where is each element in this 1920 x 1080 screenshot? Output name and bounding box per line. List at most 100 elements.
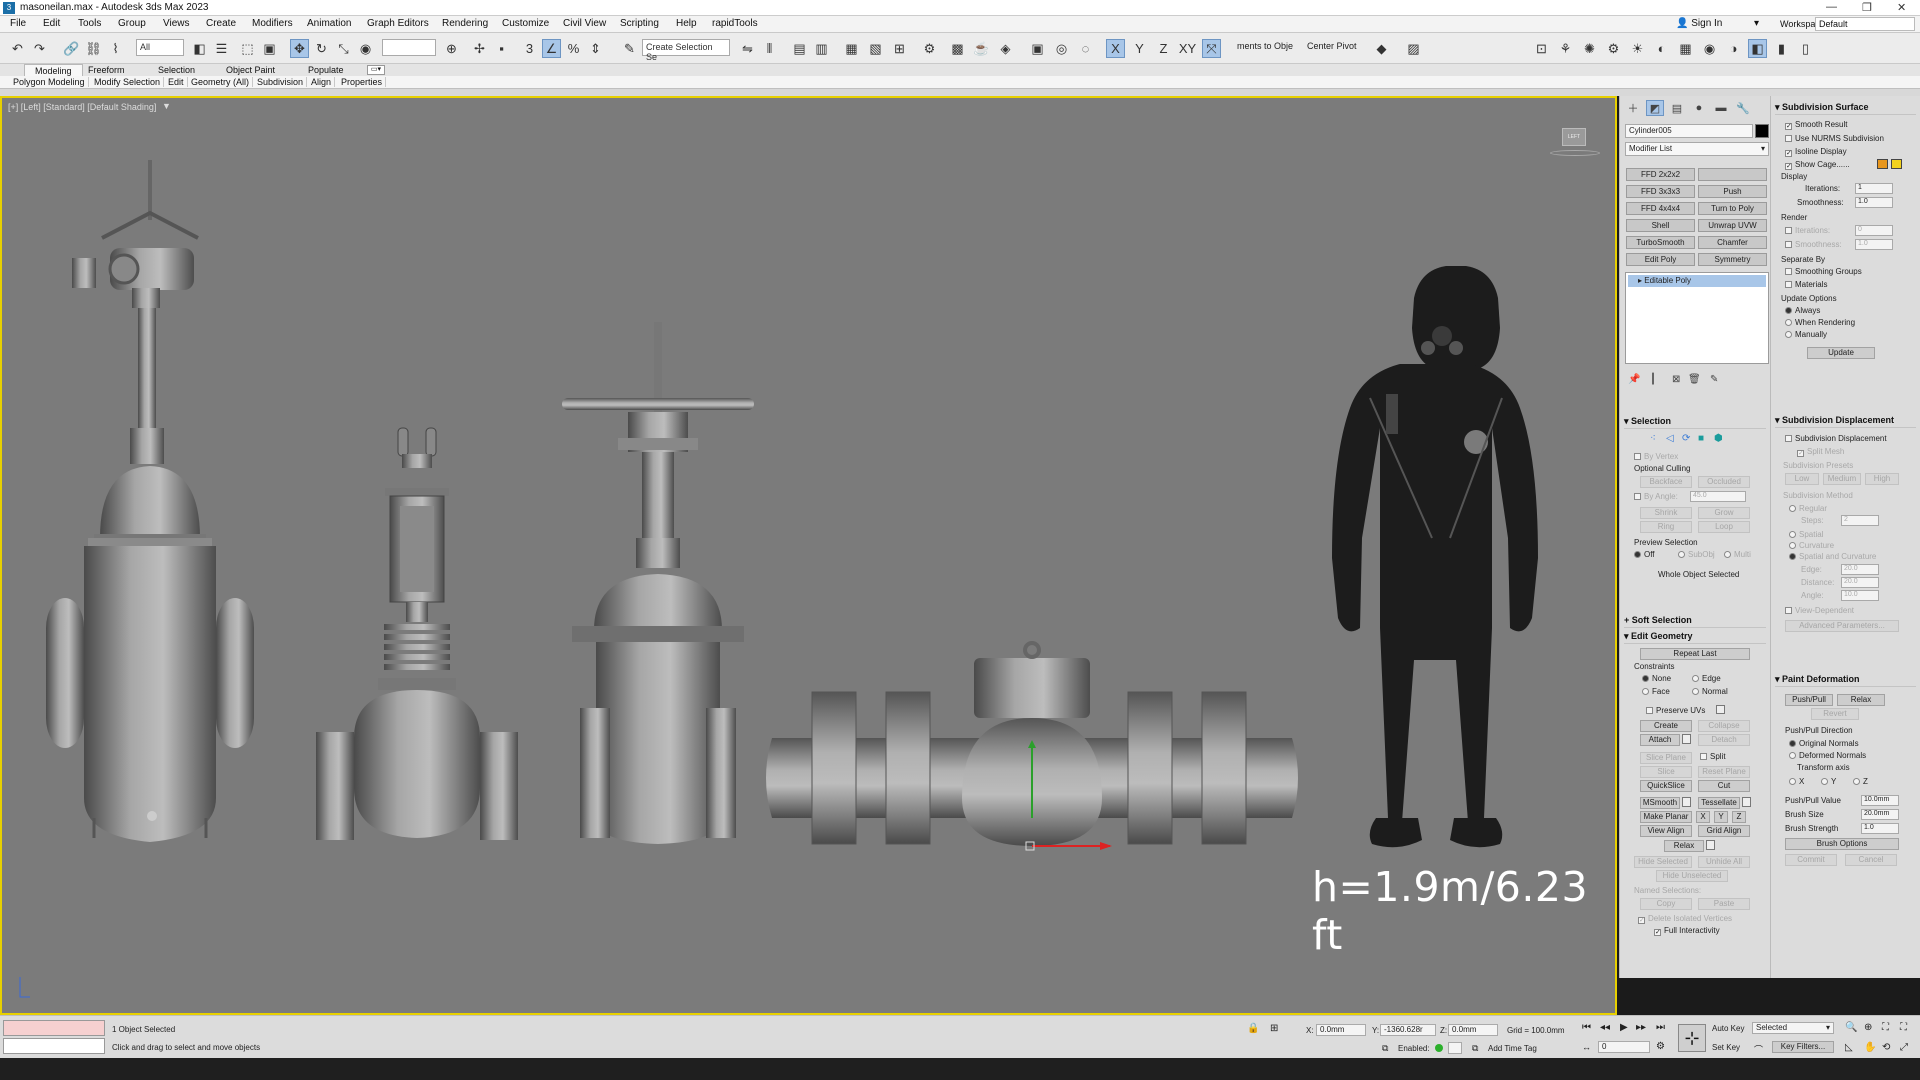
use-nurms-checkbox[interactable]: Use NURMS Subdivision [1785,134,1884,143]
tessellate-settings-icon[interactable] [1742,797,1751,807]
pan-icon[interactable]: ✋ [1864,1042,1876,1053]
scale-reference-person[interactable] [1332,266,1538,848]
slice-button[interactable]: Slice [1640,766,1692,778]
remove-modifier-icon[interactable]: 🗑 [1688,374,1701,385]
smoothing-groups-checkbox[interactable]: Smoothing Groups [1785,267,1862,276]
loop-button[interactable]: Loop [1698,521,1750,533]
app-icon[interactable]: 3 [3,2,15,14]
named-selection-set-dropdown[interactable]: Create Selection Se [642,39,730,62]
advanced-parameters-button[interactable]: Advanced Parameters... [1785,620,1899,632]
time-tag-icon[interactable]: ⧉ [1472,1043,1478,1054]
workspace-select[interactable]: Default [1815,17,1915,31]
link-icon[interactable]: 🔗 [62,39,81,58]
update-when-rendering-radio[interactable]: When Rendering [1785,318,1855,327]
menu-group[interactable]: Group [118,18,146,29]
preset-low-button[interactable]: Low [1785,473,1819,485]
zoom-extents-icon[interactable]: ⛶ [1882,1022,1889,1033]
close-button[interactable]: ✕ [1897,1,1906,14]
set-key-button[interactable]: Set Key [1712,1043,1740,1052]
edge-mode-icon[interactable]: ◁ [1666,433,1674,444]
light-icon[interactable]: ✺ [1580,39,1599,58]
configure-sets-icon[interactable]: ✎ [1710,374,1718,385]
subdivision-displacement-checkbox[interactable]: Subdivision Displacement [1785,434,1887,443]
bind-space-warp-icon[interactable]: ⌇ [106,39,125,58]
display-mode-icon[interactable]: ◐ [1652,39,1671,58]
reset-plane-button[interactable]: Reset Plane [1698,766,1750,778]
axis-constraint-icon[interactable]: ⤧ [1202,39,1221,58]
cage-color-swatch-1[interactable] [1877,159,1888,169]
z-coord-field[interactable]: 0.0mm [1448,1024,1498,1036]
display-tab-icon[interactable]: ▬ [1712,100,1730,116]
go-to-start-icon[interactable]: ⏮ [1582,1022,1591,1033]
copy-button[interactable]: Copy [1640,898,1692,910]
window-crossing-icon[interactable]: ▣ [260,39,279,58]
materials-checkbox[interactable]: Materials [1785,280,1827,289]
menu-edit[interactable]: Edit [43,18,60,29]
tab-modeling[interactable]: Modeling [24,64,83,76]
select-manipulate-icon[interactable]: ✢ [470,39,489,58]
viewport-left[interactable]: [+] [Left] [Standard] [Default Shading] … [0,96,1617,1015]
orbit-icon[interactable]: ◌ [1076,39,1095,58]
method-spatial-curvature-radio[interactable]: Spatial and Curvature [1789,552,1876,561]
key-selection-dropdown[interactable]: Selected ▾ [1752,1022,1834,1034]
shell-button[interactable]: Shell [1626,219,1695,232]
viewport-render-icon[interactable]: ⊡ [1532,39,1551,58]
scene-explorer-icon[interactable]: ▥ [812,39,831,58]
view-align-button[interactable]: View Align [1640,825,1692,837]
menu-scripting[interactable]: Scripting [620,18,659,29]
paint-axis-x-radio[interactable]: X [1789,777,1804,786]
exposure-icon[interactable]: ◑ [1724,39,1743,58]
paste-button[interactable]: Paste [1698,898,1750,910]
modifier-stack[interactable]: ▸ Editable Poly [1625,272,1769,364]
distance-spinner[interactable]: 20.0 [1841,577,1879,588]
axis-y-button[interactable]: Y [1130,39,1149,58]
menu-create[interactable]: Create [206,18,236,29]
menu-views[interactable]: Views [163,18,190,29]
selection-lock-icon[interactable]: 🔒 [1247,1023,1259,1034]
x-coord-field[interactable]: 0.0mm [1316,1024,1366,1036]
snaps-toggle-icon[interactable]: 3 [520,39,539,58]
ribbon-subdivision[interactable]: Subdivision [254,77,308,87]
full-interactivity-checkbox[interactable]: ✓ Full Interactivity [1654,926,1720,936]
preserve-uvs-checkbox[interactable]: Preserve UVs [1646,706,1705,715]
select-scale-icon[interactable]: ⤡ [334,39,353,58]
constraint-none-radio[interactable]: None [1642,674,1671,683]
subdivision-displacement-rollout-header[interactable]: ▾ Subdivision Displacement [1775,415,1916,428]
restore-button[interactable]: ❐ [1862,1,1872,14]
select-rotate-icon[interactable]: ↻ [312,39,331,58]
plugin-tool-icon[interactable]: ▨ [1404,39,1423,58]
hide-selected-button[interactable]: Hide Selected [1634,856,1692,868]
maxscript-listener[interactable] [3,1020,105,1036]
tab-freeform[interactable]: Freeform [78,64,135,76]
axis-z-button[interactable]: Z [1154,39,1173,58]
steps-spinner[interactable]: 2 [1841,515,1879,526]
redo-icon[interactable]: ↷ [30,39,49,58]
preset-high-button[interactable]: High [1865,473,1899,485]
center-pivot-button[interactable]: Center Pivot [1307,41,1357,51]
commit-button[interactable]: Commit [1785,854,1837,866]
tab-populate[interactable]: Populate [298,64,354,76]
viewport-toggle-icon[interactable]: ▯ [1796,39,1815,58]
preview-subobj-radio[interactable]: SubObj [1678,550,1715,559]
menu-rapidtools[interactable]: rapidTools [712,18,758,29]
shrink-button[interactable]: Shrink [1640,507,1692,519]
percent-snap-icon[interactable]: % [564,39,583,58]
cancel-button[interactable]: Cancel [1845,854,1897,866]
hierarchy-tab-icon[interactable]: ▤ [1668,100,1686,116]
edit-geometry-rollout-header[interactable]: ▾ Edit Geometry [1624,631,1766,644]
keyboard-shortcut-icon[interactable]: ▪ [492,39,511,58]
planar-x-button[interactable]: X [1696,811,1710,823]
sign-in-dropdown[interactable]: 👤 Sign In ▾ [1676,18,1759,31]
unhide-all-button[interactable]: Unhide All [1698,856,1750,868]
collapse-button[interactable]: Collapse [1698,720,1750,732]
unlink-icon[interactable]: ⛓ [84,39,103,58]
make-unique-icon[interactable]: ⊠ [1672,374,1680,385]
deformed-normals-radio[interactable]: Deformed Normals [1789,751,1866,760]
occluded-button[interactable]: Occluded [1698,476,1750,488]
snap-target-icon[interactable]: ◆ [1372,39,1391,58]
key-mode-icon[interactable]: ↔ [1582,1042,1591,1052]
subdivision-surface-rollout-header[interactable]: ▾ Subdivision Surface [1775,102,1916,115]
active-shade-icon[interactable]: ◧ [1748,39,1767,58]
auto-key-button[interactable]: Auto Key [1712,1024,1744,1033]
undo-icon[interactable]: ↶ [8,39,27,58]
